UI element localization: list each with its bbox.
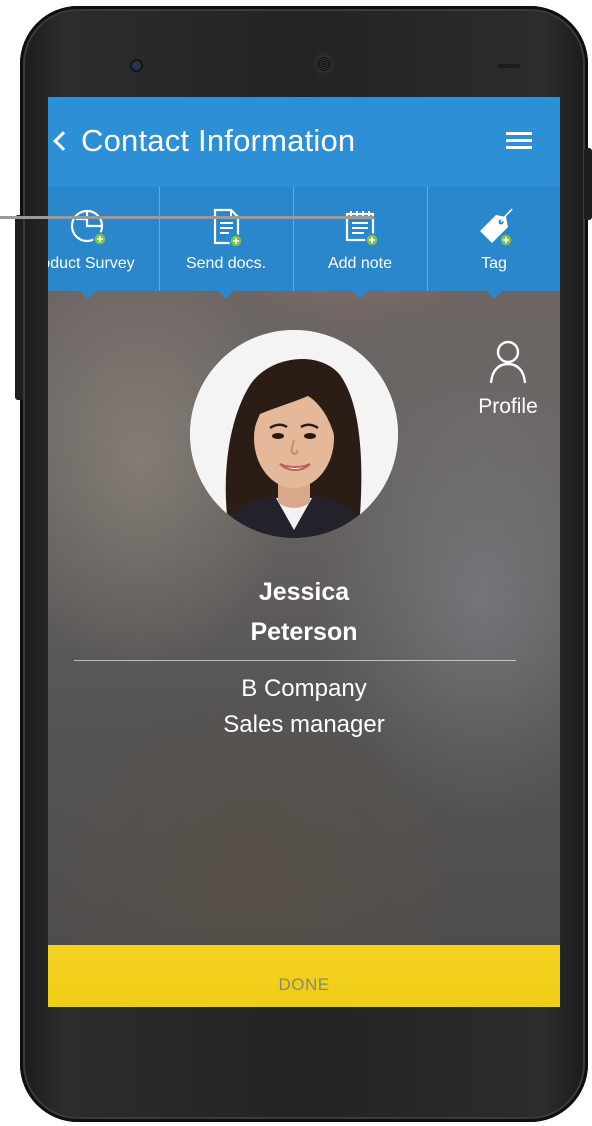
name-divider (74, 660, 516, 661)
contact-role: Sales manager (223, 711, 385, 738)
profile-label: Profile (478, 395, 538, 418)
action-label: Tag (481, 255, 507, 272)
action-notch (485, 290, 503, 299)
volume-button (15, 215, 23, 400)
action-notch (351, 290, 369, 299)
action-notch (217, 290, 235, 299)
action-tag[interactable]: Tag (428, 187, 560, 299)
screen: Contact Information oduct Survey Send do… (48, 97, 560, 1007)
action-add-note[interactable]: Add note (294, 187, 426, 299)
proximity-sensor (498, 64, 520, 68)
user-icon (489, 340, 527, 384)
done-label: DONE (278, 975, 330, 994)
avatar (190, 330, 398, 538)
earpiece-speaker (310, 50, 338, 78)
action-label: Send docs. (185, 255, 267, 272)
profile-button[interactable]: Profile (468, 337, 548, 427)
done-button[interactable]: DONE (48, 945, 560, 1007)
contact-first-name: Jessica (258, 578, 350, 606)
page-title: Contact Information (81, 123, 356, 158)
note-icon (345, 211, 379, 247)
document-icon (213, 208, 243, 248)
action-label: Add note (327, 255, 393, 272)
annotation-line (0, 216, 374, 219)
action-notch (79, 290, 97, 299)
menu-icon[interactable] (506, 129, 532, 151)
action-bar: oduct Survey Send docs. Add note Tag (48, 187, 560, 299)
action-send-docs[interactable]: Send docs. (160, 187, 292, 299)
action-product-survey[interactable]: oduct Survey (48, 187, 158, 299)
contact-last-name: Peterson (250, 618, 358, 646)
tag-icon (480, 208, 513, 247)
contact-company: B Company (241, 675, 367, 702)
action-label: oduct Survey (48, 255, 135, 272)
survey-icon (70, 209, 107, 246)
app-bar: Contact Information (48, 97, 560, 187)
back-button[interactable] (48, 121, 78, 161)
front-camera (132, 61, 141, 70)
power-button (584, 148, 592, 220)
